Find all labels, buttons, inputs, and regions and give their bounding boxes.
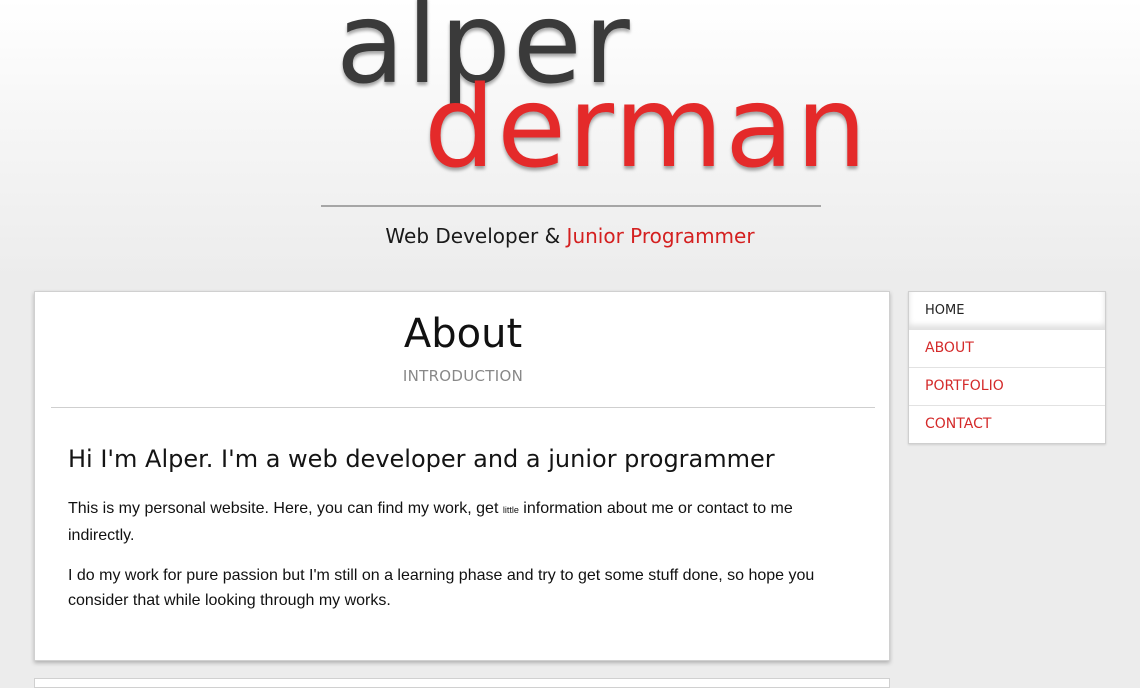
about-card: About INTRODUCTION Hi I'm Alper. I'm a w… <box>34 291 890 661</box>
nav-item-portfolio[interactable]: PORTFOLIO <box>909 367 1105 405</box>
logo-text-last-name: derman <box>424 63 869 193</box>
card-divider <box>51 407 875 408</box>
para1-text-start: This is my personal website. Here, you c… <box>68 500 503 517</box>
header-divider <box>321 205 821 207</box>
tagline-role: Web Developer & <box>385 224 567 248</box>
intro-paragraph-2: I do my work for pure passion but I'm st… <box>68 567 815 609</box>
side-navigation: HOME ABOUT PORTFOLIO CONTACT <box>908 291 1106 444</box>
next-card <box>34 678 890 688</box>
page-title: About <box>403 311 523 357</box>
intro-paragraph-1: This is my personal website. Here, you c… <box>68 496 828 548</box>
para1-small-word: little <box>502 505 519 515</box>
page-subtitle: INTRODUCTION <box>402 367 524 385</box>
site-tagline: Web Developer & Junior Programmer <box>0 224 1140 248</box>
intro-heading: Hi I'm Alper. I'm a web developer and a … <box>68 445 775 473</box>
site-logo[interactable]: alper derman <box>330 0 867 190</box>
tagline-accent: Junior Programmer <box>566 224 755 248</box>
nav-item-contact[interactable]: CONTACT <box>909 405 1105 443</box>
nav-item-home[interactable]: HOME <box>909 292 1105 329</box>
nav-item-about[interactable]: ABOUT <box>909 329 1105 367</box>
